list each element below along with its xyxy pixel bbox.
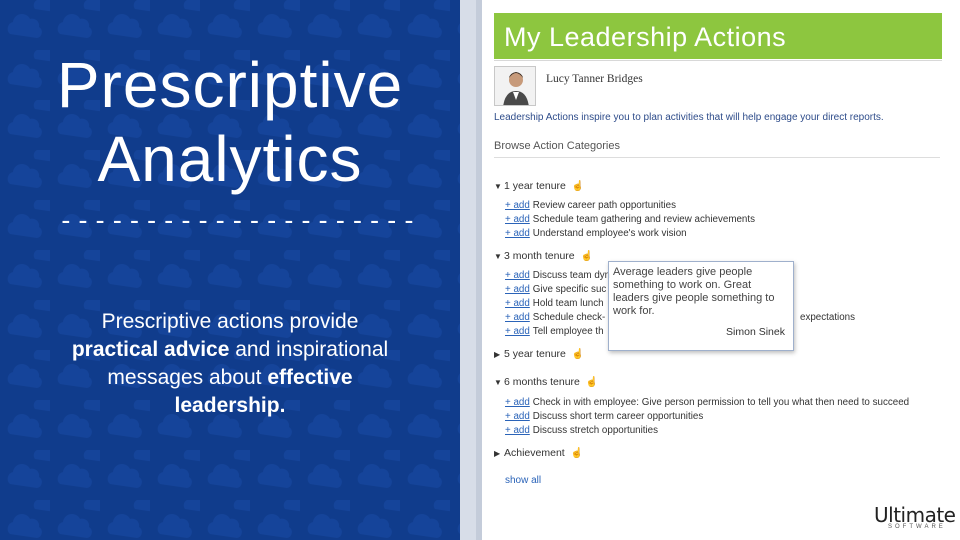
add-link[interactable]: + add: [505, 228, 530, 239]
behind-tooltip-text: expectations: [800, 312, 856, 323]
add-link[interactable]: + add: [505, 200, 530, 211]
action-item: + add Give specific suc: [505, 284, 606, 295]
category-1-year-tenure[interactable]: ▼ 1 year tenure ☝: [494, 180, 584, 192]
action-label: Schedule check-: [532, 312, 606, 323]
action-label: Understand employee's work vision: [532, 228, 687, 239]
expand-triangle-icon[interactable]: ▼: [494, 378, 504, 387]
desc-bold-1: practical advice: [71, 338, 230, 361]
category-label: 6 months tenure: [504, 376, 580, 388]
tooltip-author: Simon Sinek: [726, 326, 785, 338]
add-link[interactable]: + add: [505, 312, 530, 323]
expand-triangle-icon[interactable]: ▼: [494, 252, 504, 261]
action-label: Tell employee th: [532, 326, 604, 337]
action-item: + add Tell employee th: [505, 326, 604, 337]
add-link[interactable]: + add: [505, 214, 530, 225]
action-item: + add Discuss short term career opportuni…: [505, 411, 703, 422]
add-link[interactable]: + add: [505, 284, 530, 295]
action-label: Check in with employee: Give person perm…: [532, 397, 910, 408]
action-item: + add Hold team lunch: [505, 298, 604, 309]
action-item: + add Schedule team gathering and review …: [505, 214, 755, 225]
action-label: Discuss short term career opportunities: [532, 411, 704, 422]
hand-icon: ☝: [570, 448, 584, 459]
category-6-months-tenure[interactable]: ▼ 6 months tenure ☝: [494, 376, 598, 388]
quote-tooltip: Average leaders give people something to…: [608, 261, 794, 351]
user-name[interactable]: Lucy Tanner Bridges: [546, 73, 643, 85]
add-link[interactable]: + add: [505, 298, 530, 309]
avatar[interactable]: [494, 66, 536, 106]
app-title-bar: My Leadership Actions: [494, 13, 942, 59]
category-label: 5 year tenure: [504, 348, 566, 360]
app-screenshot: My Leadership Actions Lucy Tanner Bridge…: [482, 0, 960, 540]
hand-icon: ☝: [571, 349, 585, 360]
action-label: Discuss team dyn: [532, 270, 611, 281]
action-item: + add Review career path opportunities: [505, 200, 676, 211]
action-item: + add Discuss team dyn: [505, 270, 610, 281]
add-link[interactable]: + add: [505, 270, 530, 281]
intro-text: Leadership Actions inspire you to plan a…: [494, 112, 884, 123]
category-label: Achievement: [504, 447, 565, 459]
category-label: 1 year tenure: [504, 180, 566, 192]
app-title: My Leadership Actions: [504, 22, 787, 52]
action-label: Review career path opportunities: [532, 200, 677, 211]
action-label: Schedule team gathering and review achie…: [532, 214, 755, 225]
add-link[interactable]: + add: [505, 397, 530, 408]
add-link[interactable]: + add: [505, 411, 530, 422]
show-all-link[interactable]: show all: [505, 475, 541, 486]
browse-heading: Browse Action Categories: [494, 140, 620, 152]
category-label: 3 month tenure: [504, 250, 575, 262]
hand-icon: ☝: [585, 377, 599, 388]
avatar-image: [495, 67, 535, 105]
tooltip-quote: Average leaders give people something to…: [613, 266, 775, 317]
action-item: + add Check in with employee: Give person…: [505, 397, 909, 408]
title-line-1: Prescriptive: [56, 49, 404, 121]
title-line-2: Analytics: [97, 123, 363, 195]
collapsed-triangle-icon[interactable]: ▶: [494, 449, 504, 458]
dashed-divider: ---------------------: [58, 206, 418, 236]
category-3-month-tenure[interactable]: ▼ 3 month tenure ☝: [494, 250, 593, 262]
browse-divider: [494, 157, 940, 158]
action-label: Give specific suc: [532, 284, 607, 295]
left-panel: Prescriptive Analytics -----------------…: [0, 0, 460, 540]
hand-icon: ☝: [580, 251, 594, 262]
add-link[interactable]: + add: [505, 425, 530, 436]
expand-triangle-icon[interactable]: ▼: [494, 182, 504, 191]
hand-icon: ☝: [571, 181, 585, 192]
action-item: + add Schedule check-: [505, 312, 605, 323]
slide-description: Prescriptive actions provide practical a…: [60, 308, 400, 420]
collapsed-triangle-icon[interactable]: ▶: [494, 350, 504, 359]
category-achievement[interactable]: ▶ Achievement ☝: [494, 447, 583, 459]
title-underline: [494, 60, 942, 61]
action-item: + add Discuss stretch opportunities: [505, 425, 658, 436]
slide-title: Prescriptive Analytics: [0, 48, 460, 196]
add-link[interactable]: + add: [505, 326, 530, 337]
logo-subtitle: SOFTWARE: [888, 524, 946, 530]
action-label: Hold team lunch: [532, 298, 604, 309]
action-item: + add Understand employee's work vision: [505, 228, 687, 239]
desc-part-1: Prescriptive actions provide: [101, 310, 359, 333]
category-5-year-tenure[interactable]: ▶ 5 year tenure ☝: [494, 348, 584, 360]
action-label: Discuss stretch opportunities: [532, 425, 659, 436]
